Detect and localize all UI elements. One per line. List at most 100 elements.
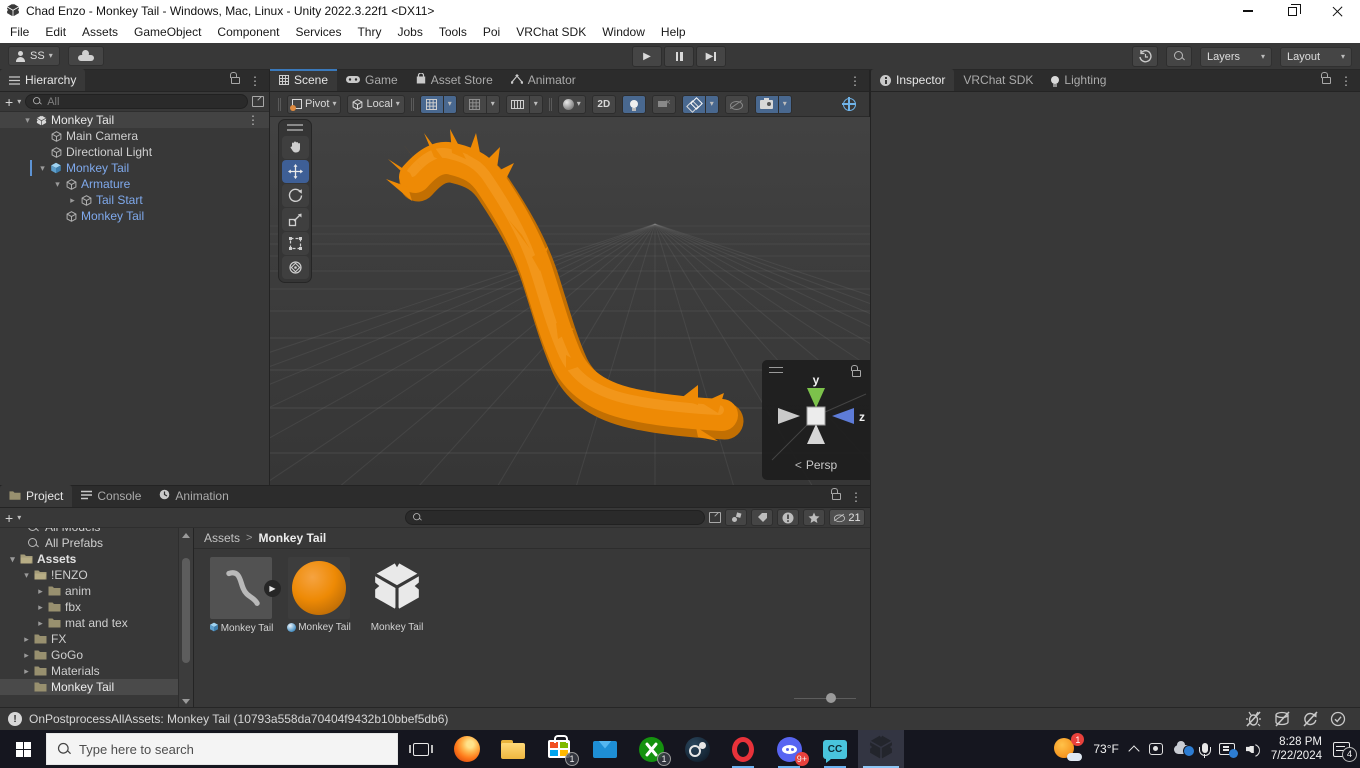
tab-console[interactable]: Console [72, 485, 150, 507]
search-by-type-icon[interactable] [709, 512, 721, 523]
layout-dropdown[interactable]: Layout ▾ [1280, 46, 1352, 67]
taskbar-app-cc[interactable]: CC [812, 730, 858, 768]
asset-item-package[interactable]: Monkey Tail [364, 557, 430, 635]
project-tree-scrollbar[interactable] [178, 528, 193, 709]
slider-knob[interactable] [826, 693, 836, 703]
move-tool-button[interactable] [281, 160, 309, 183]
taskbar-app-unity[interactable] [858, 730, 904, 768]
menu-edit[interactable]: Edit [37, 22, 74, 43]
grid-snap-dropdown[interactable]: ▾ [443, 94, 457, 114]
toolbar-grip[interactable] [410, 97, 414, 111]
project-folder-materials[interactable]: ▸ Materials [0, 663, 178, 679]
handle-rotation-button[interactable]: Local ▾ [347, 94, 405, 114]
search-by-asset-button[interactable] [725, 509, 747, 526]
rect-tool-button[interactable] [281, 232, 309, 255]
expand-arrow-icon[interactable]: ▾ [36, 163, 49, 174]
overlay-drag-handle[interactable] [769, 367, 783, 373]
tab-project[interactable]: Project [0, 485, 73, 507]
hierarchy-item-directional-light[interactable]: Directional Light [0, 144, 269, 160]
hierarchy-searchbox[interactable] [25, 94, 248, 109]
tab-game[interactable]: Game [337, 69, 407, 91]
panel-menu-icon[interactable]: ⋮ [1340, 75, 1352, 87]
scroll-down-icon[interactable] [182, 699, 190, 704]
hidden-objects-button[interactable] [724, 94, 749, 114]
hidden-count-button[interactable]: 21 [829, 509, 865, 526]
status-alert-icon[interactable]: ! [8, 712, 22, 726]
scroll-up-icon[interactable] [182, 533, 190, 538]
thumbnail-size-slider[interactable] [794, 693, 856, 703]
project-folder-enzo[interactable]: ▾ !ENZO [0, 567, 178, 583]
account-button[interactable]: SS ▾ [8, 46, 60, 66]
tray-onedrive-icon[interactable] [1173, 740, 1195, 757]
taskbar-app-store[interactable]: 1 [536, 730, 582, 768]
project-folder-fx[interactable]: ▸ FX [0, 631, 178, 647]
open-in-window-icon[interactable] [252, 96, 264, 107]
search-by-label-button[interactable] [751, 509, 773, 526]
restore-button[interactable] [1270, 0, 1315, 22]
grid-visibility-button[interactable] [462, 94, 487, 114]
start-button[interactable] [0, 730, 46, 768]
gizmos-toggle-button[interactable] [837, 95, 861, 114]
hierarchy-item-tail-start[interactable]: ▸ Tail Start [0, 192, 269, 208]
favorites-button[interactable] [803, 509, 825, 526]
project-searchbox[interactable] [405, 510, 705, 525]
transform-tool-button[interactable] [281, 256, 309, 279]
menu-poi[interactable]: Poi [475, 22, 508, 43]
toolbar-grip[interactable] [278, 97, 281, 111]
menu-tools[interactable]: Tools [431, 22, 475, 43]
panel-menu-icon[interactable]: ⋮ [850, 491, 862, 503]
project-folder-all-prefabs[interactable]: All Prefabs [0, 535, 178, 551]
task-view-button[interactable] [398, 730, 444, 768]
overlay-drag-handle[interactable] [287, 124, 303, 131]
grid-visibility-dropdown[interactable]: ▾ [486, 94, 500, 114]
panel-menu-icon[interactable]: ⋮ [849, 75, 861, 87]
chevron-down-icon[interactable]: ▾ [17, 97, 21, 106]
breadcrumb-current[interactable]: Monkey Tail [258, 531, 326, 545]
chevron-down-icon[interactable]: ▾ [17, 513, 21, 522]
taskbar-app-explorer[interactable] [490, 730, 536, 768]
search-log-button[interactable] [777, 509, 799, 526]
hierarchy-item-armature[interactable]: ▾ Armature [0, 176, 269, 192]
taskbar-searchbox[interactable] [46, 733, 398, 765]
tab-scene[interactable]: Scene [270, 69, 338, 91]
step-button[interactable]: ▶ [696, 46, 726, 67]
menu-help[interactable]: Help [653, 22, 694, 43]
draw-mode-dropdown[interactable]: ▾ [557, 94, 586, 114]
project-folder-fbx[interactable]: ▸ fbx [0, 599, 178, 615]
menu-gameobject[interactable]: GameObject [126, 22, 209, 43]
tab-inspector[interactable]: Inspector [871, 69, 955, 91]
expand-arrow-icon[interactable]: ▸ [34, 602, 47, 613]
hierarchy-item-monkey-tail[interactable]: ▾ Monkey Tail [0, 160, 269, 176]
asset-item-model[interactable]: ▶ Monkey Tail [208, 557, 281, 635]
tab-hierarchy[interactable]: Hierarchy [0, 69, 86, 91]
project-search-input[interactable] [427, 511, 698, 524]
tray-expand-icon[interactable] [1128, 744, 1140, 757]
minimize-button[interactable] [1225, 0, 1270, 22]
play-button[interactable]: ▶ [632, 46, 662, 67]
scene-lighting-button[interactable] [621, 94, 646, 114]
snap-increment-button[interactable] [505, 94, 530, 114]
tab-asset-store[interactable]: Asset Store [407, 69, 502, 91]
breadcrumb-root[interactable]: Assets [204, 531, 240, 545]
2d-mode-button[interactable]: 2D [591, 94, 616, 114]
tray-meet-now-icon[interactable] [1148, 743, 1163, 755]
tray-cast-icon[interactable] [1218, 743, 1238, 758]
taskbar-app-discord[interactable]: 9+ [766, 730, 812, 768]
pause-button[interactable] [664, 46, 694, 67]
expand-arrow-icon[interactable]: ▸ [20, 650, 33, 661]
search-button[interactable] [1166, 46, 1192, 67]
toolbar-grip[interactable] [548, 97, 552, 111]
hierarchy-item-main-camera[interactable]: Main Camera [0, 128, 269, 144]
lock-icon[interactable] [831, 488, 841, 500]
expand-arrow-icon[interactable]: ▾ [6, 554, 19, 565]
expand-arrow-icon[interactable]: ▸ [20, 634, 33, 645]
undo-history-button[interactable] [1132, 46, 1158, 67]
taskbar-app-xbox[interactable]: 1 [628, 730, 674, 768]
expand-arrow-icon[interactable]: ▾ [51, 179, 64, 190]
expand-arrow-icon[interactable]: ▸ [34, 586, 47, 597]
create-button[interactable]: + [5, 511, 13, 525]
menu-window[interactable]: Window [594, 22, 653, 43]
tab-animation[interactable]: Animation [150, 485, 237, 507]
menu-component[interactable]: Component [209, 22, 287, 43]
cloud-services-button[interactable] [67, 46, 104, 66]
